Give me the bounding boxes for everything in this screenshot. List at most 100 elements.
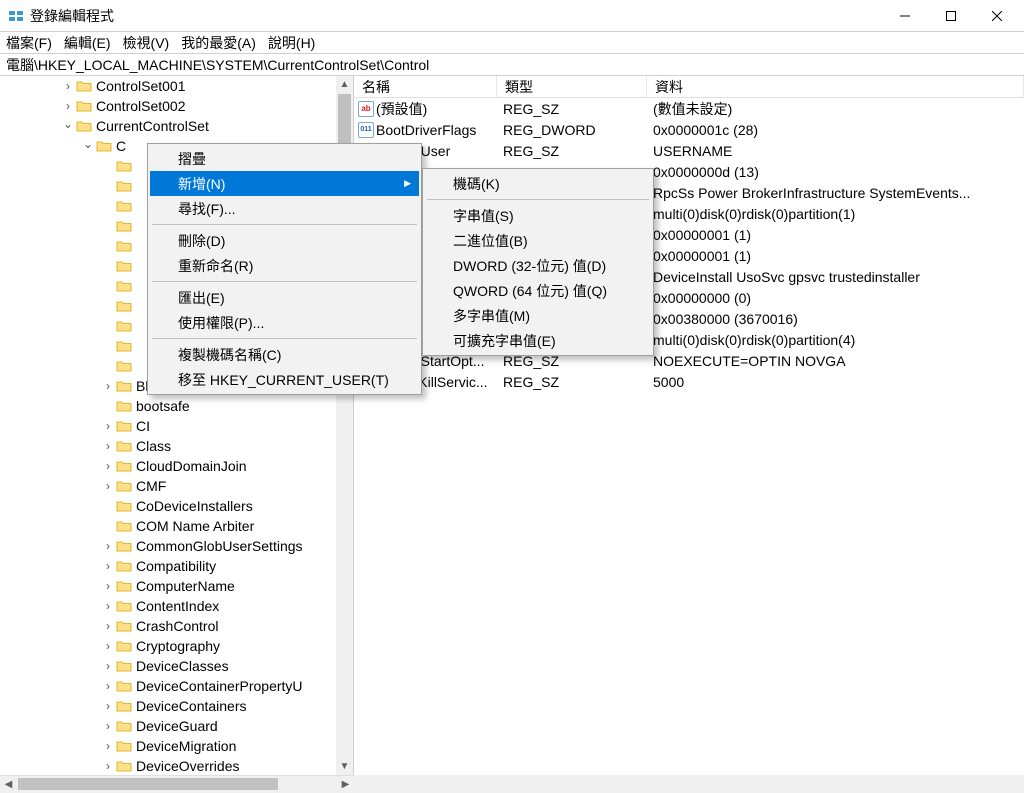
menu-help[interactable]: 說明(H) (268, 33, 315, 53)
tree-item[interactable]: ›ControlSet001 (0, 76, 353, 96)
menu-new-multistring[interactable]: 多字串值(M) (425, 303, 651, 328)
tree-item[interactable]: ›DeviceContainers (0, 696, 353, 716)
expand-icon[interactable]: › (100, 759, 116, 773)
tree-hscrollbar[interactable]: ◀ ▶ (0, 775, 354, 792)
menu-delete[interactable]: 刪除(D) (150, 228, 419, 253)
menu-copy-keyname[interactable]: 複製機碼名稱(C) (150, 342, 419, 367)
expand-icon[interactable]: › (100, 479, 116, 493)
col-name[interactable]: 名稱 (354, 76, 497, 97)
expand-icon[interactable]: ⌄ (80, 137, 96, 151)
value-row[interactable]: ab(預設值)REG_SZ(數值未設定) (354, 98, 1024, 119)
menu-rename[interactable]: 重新命名(R) (150, 253, 419, 278)
menu-new[interactable]: 新增(N) (150, 171, 419, 196)
tree-item[interactable]: bootsafe (0, 396, 353, 416)
folder-icon (116, 459, 132, 473)
value-data: multi(0)disk(0)rdisk(0)partition(1) (647, 206, 1024, 222)
tree-item[interactable]: › DeviceClasses (0, 656, 353, 676)
tree-item[interactable]: ›Cryptography (0, 636, 353, 656)
col-type[interactable]: 類型 (497, 76, 647, 97)
tree-item[interactable]: ›DeviceContainerPropertyU (0, 676, 353, 696)
scroll-down-icon[interactable]: ▼ (336, 758, 353, 775)
tree-item-label: Class (136, 438, 171, 454)
expand-icon[interactable]: › (100, 419, 116, 433)
address-bar[interactable]: 電腦\HKEY_LOCAL_MACHINE\SYSTEM\CurrentCont… (0, 54, 1024, 76)
expand-icon[interactable]: › (100, 619, 116, 633)
folder-icon (96, 139, 112, 153)
expand-icon[interactable]: › (100, 459, 116, 473)
menu-goto-hkcu[interactable]: 移至 HKEY_CURRENT_USER(T) (150, 367, 419, 392)
expand-icon[interactable]: › (100, 699, 116, 713)
value-type: REG_SZ (497, 374, 647, 390)
tree-item[interactable]: ›ControlSet002 (0, 96, 353, 116)
tree-item[interactable]: › ContentIndex (0, 596, 353, 616)
menu-new-key[interactable]: 機碼(K) (425, 171, 651, 196)
separator (152, 224, 417, 225)
tree-item-label: ContentIndex (136, 598, 219, 614)
menu-new-dword[interactable]: DWORD (32-位元) 值(D) (425, 253, 651, 278)
value-row[interactable]: abntUserREG_SZUSERNAME (354, 140, 1024, 161)
menu-new-binary[interactable]: 二進位值(B) (425, 228, 651, 253)
expand-icon[interactable]: › (100, 379, 116, 393)
expand-icon[interactable]: ⌄ (60, 117, 76, 131)
tree-item[interactable]: ›CMF (0, 476, 353, 496)
tree-item[interactable]: ›DeviceOverrides (0, 756, 353, 775)
scroll-up-icon[interactable]: ▲ (336, 76, 353, 93)
menu-favorites[interactable]: 我的最愛(A) (181, 33, 256, 53)
folder-icon (116, 259, 132, 273)
tree-item-label: DeviceClasses (136, 658, 229, 674)
tree-item[interactable]: ⌄CurrentControlSet (0, 116, 353, 136)
menu-view[interactable]: 檢視(V) (123, 33, 170, 53)
expand-icon[interactable]: › (100, 599, 116, 613)
tree-item[interactable]: COM Name Arbiter (0, 516, 353, 536)
expand-icon[interactable]: › (100, 739, 116, 753)
tree-item[interactable]: ›ComputerName (0, 576, 353, 596)
close-button[interactable] (974, 1, 1020, 31)
menu-new-qword[interactable]: QWORD (64 位元) 值(Q) (425, 278, 651, 303)
maximize-button[interactable] (928, 1, 974, 31)
folder-icon (76, 99, 92, 113)
value-type: REG_DWORD (497, 122, 647, 138)
regedit-icon (8, 8, 24, 24)
value-row[interactable]: abWaitToKillServic...REG_SZ5000 (354, 371, 1024, 392)
menu-file[interactable]: 檔案(F) (6, 33, 52, 53)
menu-export[interactable]: 匯出(E) (150, 285, 419, 310)
folder-icon (116, 279, 132, 293)
value-data: DeviceInstall UsoSvc gpsvc trustedinstal… (647, 269, 1024, 285)
string-value-icon: ab (358, 101, 374, 117)
scroll-left-icon[interactable]: ◀ (0, 776, 17, 793)
separator (427, 199, 649, 200)
tree-item[interactable]: ›CrashControl (0, 616, 353, 636)
tree-item[interactable]: › Class (0, 436, 353, 456)
menu-find[interactable]: 尋找(F)... (150, 196, 419, 221)
folder-icon (116, 199, 132, 213)
menu-collapse[interactable]: 摺疊 (150, 146, 419, 171)
menu-permissions[interactable]: 使用權限(P)... (150, 310, 419, 335)
minimize-button[interactable] (882, 1, 928, 31)
tree-item-label: CI (136, 418, 150, 434)
scroll-thumb-h[interactable] (18, 778, 278, 790)
expand-icon[interactable]: › (100, 659, 116, 673)
expand-icon[interactable]: › (100, 639, 116, 653)
menu-new-expandstring[interactable]: 可擴充字串值(E) (425, 328, 651, 353)
scroll-right-icon[interactable]: ▶ (337, 776, 354, 793)
menu-new-string[interactable]: 字串值(S) (425, 203, 651, 228)
col-data[interactable]: 資料 (647, 76, 1024, 97)
tree-item[interactable]: ›DeviceGuard (0, 716, 353, 736)
expand-icon[interactable]: › (100, 719, 116, 733)
expand-icon[interactable]: › (100, 679, 116, 693)
expand-icon[interactable]: › (60, 99, 76, 113)
expand-icon[interactable]: › (100, 439, 116, 453)
tree-item[interactable]: ›DeviceMigration (0, 736, 353, 756)
expand-icon[interactable]: › (100, 579, 116, 593)
tree-item[interactable]: ›Compatibility (0, 556, 353, 576)
folder-icon (116, 599, 132, 613)
expand-icon[interactable]: › (100, 559, 116, 573)
tree-item[interactable]: CoDeviceInstallers (0, 496, 353, 516)
tree-item[interactable]: ›CommonGlobUserSettings (0, 536, 353, 556)
expand-icon[interactable]: › (60, 79, 76, 93)
menu-edit[interactable]: 編輯(E) (64, 33, 111, 53)
tree-item[interactable]: ›CloudDomainJoin (0, 456, 353, 476)
value-row[interactable]: 011BootDriverFlagsREG_DWORD0x0000001c (2… (354, 119, 1024, 140)
expand-icon[interactable]: › (100, 539, 116, 553)
tree-item[interactable]: › CI (0, 416, 353, 436)
